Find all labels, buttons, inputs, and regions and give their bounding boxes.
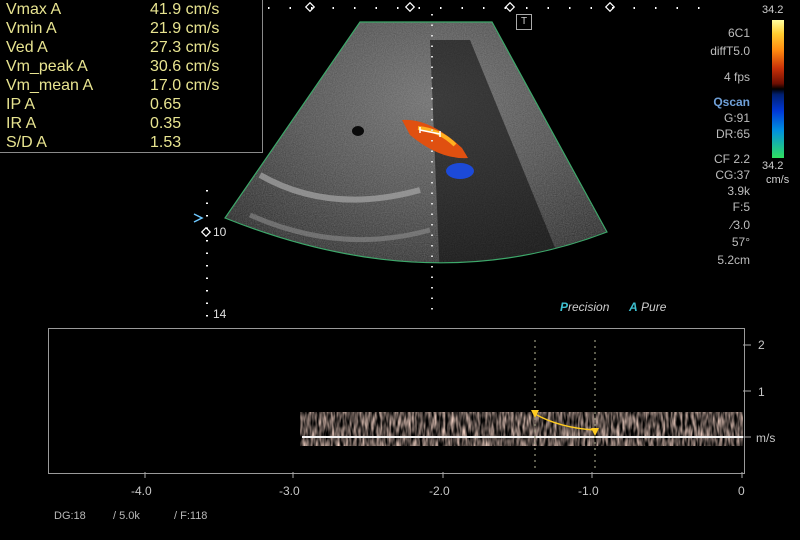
gate-depth: 5.2cm bbox=[717, 253, 750, 267]
color-flow-blue bbox=[446, 163, 474, 179]
filter-status: / F:118 bbox=[174, 510, 208, 522]
angle-value: 57° bbox=[731, 235, 750, 249]
color-scale-unit: cm/s bbox=[766, 174, 790, 186]
scale-status: / 5.0k bbox=[113, 510, 140, 522]
gate-size: ∕3.0 bbox=[731, 218, 750, 232]
filter-value: F:5 bbox=[732, 200, 750, 214]
time-tick: -1.0 bbox=[578, 484, 599, 498]
ultrasound-sector-image bbox=[193, 1, 700, 320]
gain-value: G:91 bbox=[723, 111, 750, 125]
velocity-unit: m/s bbox=[756, 431, 776, 445]
depth-label: 10 bbox=[213, 225, 227, 239]
velocity-axis-ticks bbox=[743, 344, 751, 438]
qscan-label: Qscan bbox=[713, 95, 750, 109]
doppler-gain-status: DG:18 bbox=[54, 510, 86, 522]
preset-label: diffT5.0 bbox=[710, 44, 750, 58]
precision-letter: P bbox=[560, 300, 569, 314]
probe-orientation-icon[interactable]: T bbox=[516, 14, 532, 30]
precision-text: recision bbox=[568, 300, 610, 314]
focus-marker-icon[interactable] bbox=[193, 213, 204, 223]
apure-letter: A bbox=[629, 300, 638, 314]
color-scale-min: 34.2 bbox=[762, 160, 784, 172]
prf-value: 3.9k bbox=[727, 184, 750, 198]
velocity-tick: 1 bbox=[758, 385, 765, 399]
spectral-waveform bbox=[300, 340, 743, 472]
probe-label: 6C1 bbox=[727, 26, 750, 40]
color-frequency: CF 2.2 bbox=[713, 152, 750, 166]
precision-preset: Precision bbox=[560, 300, 609, 314]
frame-rate: 4 fps bbox=[723, 70, 750, 84]
color-scale-bar bbox=[772, 20, 784, 158]
depth-label: 14 bbox=[213, 307, 227, 321]
apure-preset: A Pure bbox=[629, 300, 666, 314]
time-tick: -4.0 bbox=[131, 484, 152, 498]
apure-text: Pure bbox=[641, 300, 667, 314]
velocity-tick: 2 bbox=[758, 338, 765, 352]
color-scale-max: 34.2 bbox=[762, 4, 784, 16]
time-tick: -2.0 bbox=[429, 484, 450, 498]
time-tick: -3.0 bbox=[279, 484, 300, 498]
color-gain: CG:37 bbox=[715, 168, 750, 182]
dynamic-range-value: DR:65 bbox=[715, 127, 750, 141]
time-tick: 0 bbox=[738, 484, 745, 498]
time-axis-ticks bbox=[144, 472, 743, 478]
